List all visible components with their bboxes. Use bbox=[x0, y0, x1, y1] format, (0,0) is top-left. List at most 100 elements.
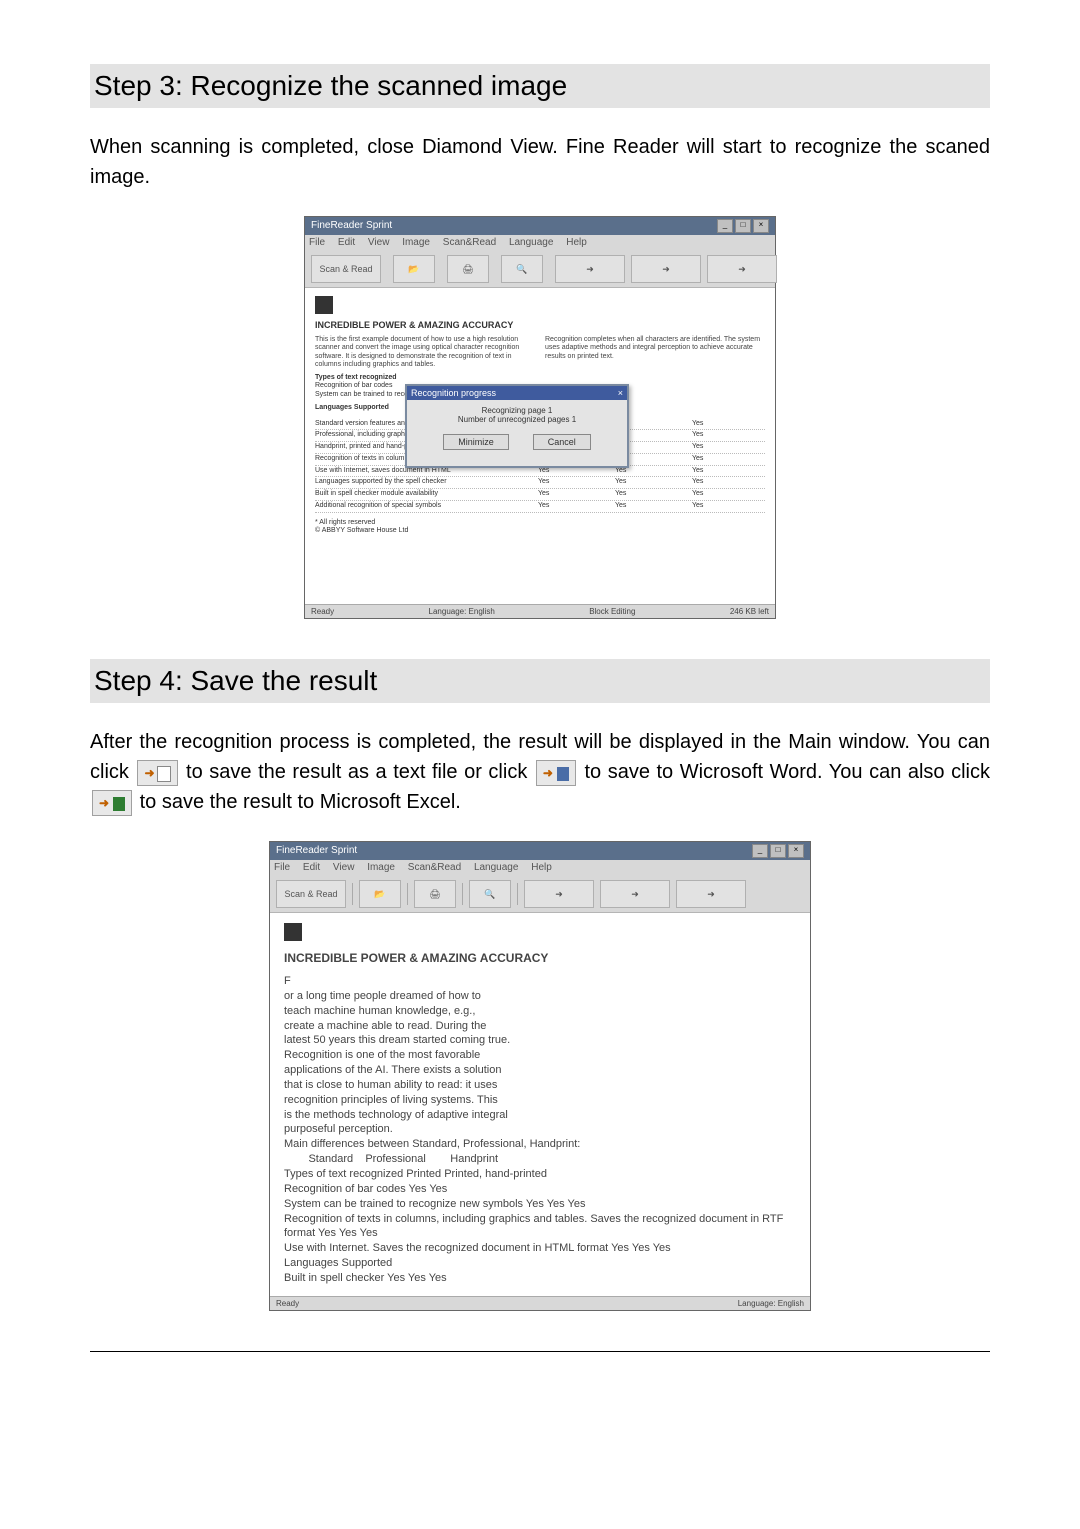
table-cell: Yes bbox=[688, 455, 765, 464]
window-max-button[interactable]: □ bbox=[735, 219, 751, 233]
result-line: teach machine human knowledge, e.g., bbox=[284, 1004, 796, 1019]
step4-heading: Step 4: Save the result bbox=[90, 659, 990, 703]
toolbar-open-button[interactable]: 📂 bbox=[359, 880, 401, 908]
window-close-button[interactable]: × bbox=[753, 219, 769, 233]
toolbar: Scan & Read 📂 🖨 🔍 ➜ ➜ ➜ bbox=[270, 876, 810, 913]
toolbar-open-button[interactable]: 📂 bbox=[393, 255, 435, 283]
table-cell: Yes bbox=[611, 478, 688, 487]
window-max-button[interactable]: □ bbox=[770, 844, 786, 858]
toolbar-save-word-button[interactable]: ➜ bbox=[600, 880, 670, 908]
menu-edit[interactable]: Edit bbox=[338, 237, 355, 248]
p4-span-b: to save the result as a text file or cli… bbox=[186, 761, 534, 783]
menu-help[interactable]: Help bbox=[531, 862, 552, 873]
window-min-button[interactable]: _ bbox=[717, 219, 733, 233]
statusbar: Ready Language: English bbox=[270, 1296, 810, 1310]
dialog-minimize-button[interactable]: Minimize bbox=[443, 434, 509, 450]
result-row: Recognition of texts in columns, includi… bbox=[284, 1212, 796, 1242]
doc-section: Types of text recognized bbox=[315, 374, 765, 383]
dialog-title: Recognition progress bbox=[411, 388, 496, 398]
toolbar-print-button[interactable]: 🖨 bbox=[414, 880, 456, 908]
status-blockedit: Block Editing bbox=[589, 607, 635, 616]
p4-span-d: to save the result to Microsoft Excel. bbox=[140, 791, 461, 813]
doc-footnote2: © ABBYY Software House Ltd bbox=[315, 527, 765, 536]
menu-edit[interactable]: Edit bbox=[303, 862, 320, 873]
window-title: FineReader Sprint bbox=[276, 842, 357, 860]
table-cell: Yes bbox=[688, 490, 765, 499]
window-titlebar: FineReader Sprint _ □ × bbox=[270, 842, 810, 860]
window-title: FineReader Sprint bbox=[311, 217, 392, 235]
table-cell: Yes bbox=[688, 443, 765, 452]
result-heading: INCREDIBLE POWER & AMAZING ACCURACY bbox=[284, 950, 796, 966]
toolbar-scanread-button[interactable]: Scan & Read bbox=[276, 880, 346, 908]
menu-scanread[interactable]: Scan&Read bbox=[408, 862, 461, 873]
doc-heading: INCREDIBLE POWER & AMAZING ACCURACY bbox=[315, 320, 765, 330]
toolbar-read-button[interactable]: 🔍 bbox=[469, 880, 511, 908]
menu-image[interactable]: Image bbox=[367, 862, 395, 873]
toolbar-read-button[interactable]: 🔍 bbox=[501, 255, 543, 283]
table-cell: Yes bbox=[534, 490, 611, 499]
menubar: File Edit View Image Scan&Read Language … bbox=[305, 235, 775, 251]
result-line: create a machine able to read. During th… bbox=[284, 1019, 796, 1034]
dialog-line1: Recognizing page 1 bbox=[415, 406, 619, 415]
toolbar-save-word-button[interactable]: ➜ bbox=[631, 255, 701, 283]
save-excel-icon: ➜ bbox=[92, 790, 132, 816]
step3-heading: Step 3: Recognize the scanned image bbox=[90, 64, 990, 108]
screenshot-result: FineReader Sprint _ □ × File Edit View I… bbox=[269, 841, 811, 1311]
dialog-close-button[interactable]: × bbox=[618, 388, 623, 398]
status-ready: Ready bbox=[276, 1299, 299, 1308]
toolbar: Scan & Read 📂 🖨 🔍 ➜ ➜ ➜ bbox=[305, 251, 775, 288]
toolbar-sep bbox=[407, 883, 408, 905]
toolbar-sep bbox=[462, 883, 463, 905]
doc-footnote1: * All rights reserved bbox=[315, 519, 765, 528]
table-cell: Yes bbox=[611, 490, 688, 499]
menu-language[interactable]: Language bbox=[509, 237, 554, 248]
table-cell: Yes bbox=[688, 502, 765, 511]
menu-language[interactable]: Language bbox=[474, 862, 519, 873]
table-cell: Yes bbox=[688, 431, 765, 440]
result-row: System can be trained to recognize new s… bbox=[284, 1197, 796, 1212]
result-line: applications of the AI. There exists a s… bbox=[284, 1063, 796, 1078]
finereader-logo-icon bbox=[315, 296, 333, 314]
table-cell: Yes bbox=[688, 478, 765, 487]
doc-col1: This is the first example document of ho… bbox=[315, 336, 535, 370]
statusbar: Ready Language: English Block Editing 24… bbox=[305, 604, 775, 618]
result-row: Built in spell checker Yes Yes Yes bbox=[284, 1271, 796, 1286]
result-line: recognition principles of living systems… bbox=[284, 1093, 796, 1108]
step4-paragraph: After the recognition process is complet… bbox=[90, 727, 990, 817]
table-cell: Yes bbox=[534, 502, 611, 511]
dialog-cancel-button[interactable]: Cancel bbox=[533, 434, 591, 450]
result-row: Languages Supported bbox=[284, 1256, 796, 1271]
table-cell: Yes bbox=[534, 478, 611, 487]
result-line: Main differences between Standard, Profe… bbox=[284, 1137, 796, 1152]
toolbar-save-excel-button[interactable]: ➜ bbox=[676, 880, 746, 908]
toolbar-save-text-button[interactable]: ➜ bbox=[524, 880, 594, 908]
table-cell: Languages supported by the spell checker bbox=[315, 478, 534, 487]
toolbar-sep bbox=[517, 883, 518, 905]
table-cell: Additional recognition of special symbol… bbox=[315, 502, 534, 511]
menu-file[interactable]: File bbox=[309, 237, 325, 248]
menu-image[interactable]: Image bbox=[402, 237, 430, 248]
menu-scanread[interactable]: Scan&Read bbox=[443, 237, 496, 248]
toolbar-scanread-button[interactable]: Scan & Read bbox=[311, 255, 381, 283]
window-min-button[interactable]: _ bbox=[752, 844, 768, 858]
screenshot-recognition: FineReader Sprint _ □ × File Edit View I… bbox=[304, 216, 776, 619]
status-language: Language: English bbox=[429, 607, 495, 616]
window-titlebar: FineReader Sprint _ □ × bbox=[305, 217, 775, 235]
toolbar-print-button[interactable]: 🖨 bbox=[447, 255, 489, 283]
result-table-header: Standard Professional Handprint bbox=[284, 1152, 796, 1167]
menu-view[interactable]: View bbox=[333, 862, 355, 873]
menu-help[interactable]: Help bbox=[566, 237, 587, 248]
menu-view[interactable]: View bbox=[368, 237, 390, 248]
table-cell: Yes bbox=[688, 420, 765, 429]
result-row: Types of text recognized Printed Printed… bbox=[284, 1167, 796, 1182]
dialog-line2: Number of unrecognized pages 1 bbox=[415, 415, 619, 424]
table-cell: Yes bbox=[688, 467, 765, 476]
window-close-button[interactable]: × bbox=[788, 844, 804, 858]
result-line: Recognition is one of the most favorable bbox=[284, 1048, 796, 1063]
menu-file[interactable]: File bbox=[274, 862, 290, 873]
doc-col2: Recognition completes when all character… bbox=[545, 336, 765, 370]
table-cell: Built in spell checker module availabili… bbox=[315, 490, 534, 499]
toolbar-save-text-button[interactable]: ➜ bbox=[555, 255, 625, 283]
save-word-icon: ➜ bbox=[536, 760, 576, 786]
toolbar-save-excel-button[interactable]: ➜ bbox=[707, 255, 777, 283]
